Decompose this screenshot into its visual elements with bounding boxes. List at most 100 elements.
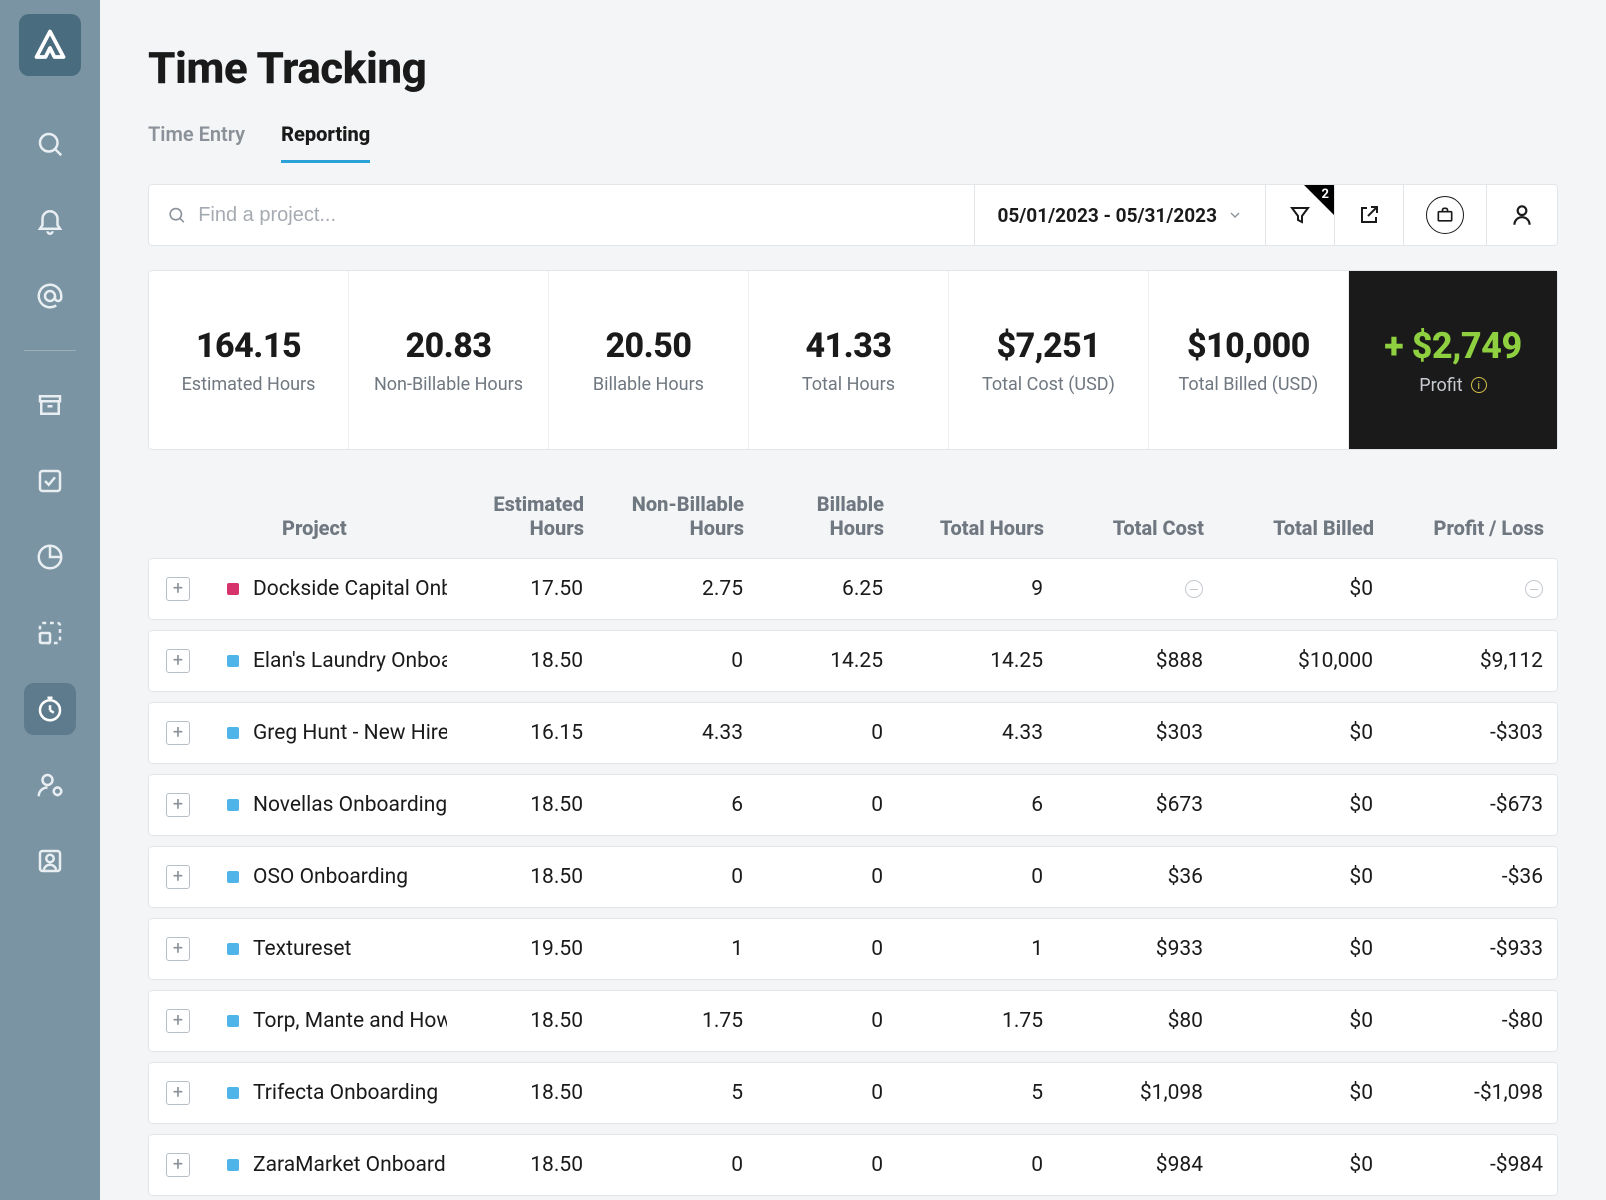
- cell-project: OSO Onboarding: [221, 865, 447, 889]
- reports-nav-icon[interactable]: [24, 531, 76, 583]
- project-color-dot: [227, 655, 239, 667]
- cell-billed: $0: [1217, 1009, 1387, 1033]
- cell-cost: $80: [1057, 1009, 1217, 1033]
- cell-expand: +: [149, 721, 221, 745]
- tasks-nav-icon[interactable]: [24, 455, 76, 507]
- project-color-dot: [227, 1015, 239, 1027]
- expand-button[interactable]: +: [166, 649, 190, 673]
- expand-button[interactable]: +: [166, 865, 190, 889]
- th-nonbillable[interactable]: Non-Billable Hours: [598, 492, 758, 540]
- cell-billable: 6.25: [757, 577, 897, 601]
- cell-billable: 0: [757, 1081, 897, 1105]
- filter-count: 2: [1322, 187, 1329, 202]
- cell-total: 5: [897, 1081, 1057, 1105]
- app-logo[interactable]: [19, 14, 81, 76]
- table-row[interactable]: +ZaraMarket Onboarding18.50000$984$0-$98…: [148, 1134, 1558, 1196]
- time-tracking-nav-icon[interactable]: [24, 683, 76, 735]
- user-icon: [1509, 202, 1535, 228]
- cell-nonbillable: 4.33: [597, 721, 757, 745]
- table-row[interactable]: +OSO Onboarding18.50000$36$0-$36: [148, 846, 1558, 908]
- metric-label: Estimated Hours: [182, 374, 316, 395]
- metric-label: Total Cost (USD): [982, 374, 1115, 395]
- toolbar: 05/01/2023 - 05/31/2023 2: [148, 184, 1558, 246]
- project-name: OSO Onboarding: [253, 865, 408, 889]
- cell-estimated: 18.50: [447, 1081, 597, 1105]
- cell-nonbillable: 2.75: [597, 577, 757, 601]
- project-color-dot: [227, 799, 239, 811]
- th-billable[interactable]: Billable Hours: [758, 492, 898, 540]
- expand-button[interactable]: +: [166, 721, 190, 745]
- notifications-nav-icon[interactable]: [24, 194, 76, 246]
- cell-project: Greg Hunt - New Hire: [221, 721, 447, 745]
- user-button[interactable]: [1486, 185, 1557, 245]
- project-color-dot: [227, 1087, 239, 1099]
- projects-table: Project Estimated Hours Non-Billable Hou…: [148, 474, 1558, 1196]
- empty-value-icon: [1525, 580, 1543, 598]
- info-icon[interactable]: i: [1471, 377, 1487, 393]
- th-project[interactable]: Project: [220, 516, 448, 540]
- cell-profitloss: -$984: [1387, 1153, 1557, 1177]
- cell-project: ZaraMarket Onboarding: [221, 1153, 447, 1177]
- export-button[interactable]: [1334, 185, 1403, 245]
- tab-reporting[interactable]: Reporting: [281, 112, 370, 163]
- cell-profitloss: -$303: [1387, 721, 1557, 745]
- table-row[interactable]: +Textureset19.50101$933$0-$933: [148, 918, 1558, 980]
- archive-nav-icon[interactable]: [24, 379, 76, 431]
- project-name: Trifecta Onboarding: [253, 1081, 438, 1105]
- expand-button[interactable]: +: [166, 937, 190, 961]
- cell-billable: 0: [757, 1153, 897, 1177]
- expand-button[interactable]: +: [166, 1081, 190, 1105]
- tab-time-entry[interactable]: Time Entry: [148, 112, 245, 163]
- cell-expand: +: [149, 1081, 221, 1105]
- contacts-nav-icon[interactable]: [24, 835, 76, 887]
- search-input[interactable]: [198, 204, 956, 227]
- cell-total: 9: [897, 577, 1057, 601]
- cell-expand: +: [149, 577, 221, 601]
- th-billed[interactable]: Total Billed: [1218, 516, 1388, 540]
- nav-divider: [24, 350, 76, 351]
- th-profitloss[interactable]: Profit / Loss: [1388, 516, 1558, 540]
- cell-cost: $303: [1057, 721, 1217, 745]
- table-row[interactable]: +Novellas Onboarding18.50606$673$0-$673: [148, 774, 1558, 836]
- cell-billable: 14.25: [757, 649, 897, 673]
- th-cost[interactable]: Total Cost: [1058, 516, 1218, 540]
- briefcase-icon: [1435, 205, 1455, 225]
- expand-button[interactable]: +: [166, 1153, 190, 1177]
- expand-button[interactable]: +: [166, 577, 190, 601]
- metric-value: 164.15: [196, 326, 301, 366]
- date-range-label: 05/01/2023 - 05/31/2023: [997, 204, 1217, 227]
- th-total[interactable]: Total Hours: [898, 516, 1058, 540]
- cell-total: 0: [897, 1153, 1057, 1177]
- user-settings-nav-icon[interactable]: [24, 759, 76, 811]
- cell-total: 0: [897, 865, 1057, 889]
- expand-button[interactable]: +: [166, 1009, 190, 1033]
- table-row[interactable]: +Greg Hunt - New Hire16.154.3304.33$303$…: [148, 702, 1558, 764]
- th-estimated[interactable]: Estimated Hours: [448, 492, 598, 540]
- cell-billed: $0: [1217, 937, 1387, 961]
- profit-value: + $2,749: [1384, 325, 1521, 367]
- cell-project: Torp, Mante and Howe On...: [221, 1009, 447, 1033]
- date-range-picker[interactable]: 05/01/2023 - 05/31/2023: [974, 185, 1265, 245]
- table-row[interactable]: +Dockside Capital Onboar...17.502.756.25…: [148, 558, 1558, 620]
- metric-value: $7,251: [997, 326, 1101, 366]
- cell-project: Textureset: [221, 937, 447, 961]
- search-nav-icon[interactable]: [24, 118, 76, 170]
- filter-button[interactable]: 2: [1265, 185, 1334, 245]
- cell-cost: $984: [1057, 1153, 1217, 1177]
- expand-button[interactable]: +: [166, 793, 190, 817]
- briefcase-button[interactable]: [1403, 185, 1486, 245]
- cell-expand: +: [149, 865, 221, 889]
- cell-total: 4.33: [897, 721, 1057, 745]
- table-row[interactable]: +Elan's Laundry Onboarding18.50014.2514.…: [148, 630, 1558, 692]
- table-row[interactable]: +Torp, Mante and Howe On...18.501.7501.7…: [148, 990, 1558, 1052]
- search-wrap: [149, 185, 974, 245]
- mentions-nav-icon[interactable]: [24, 270, 76, 322]
- cell-expand: +: [149, 793, 221, 817]
- table-row[interactable]: +Trifecta Onboarding18.50505$1,098$0-$1,…: [148, 1062, 1558, 1124]
- cell-nonbillable: 5: [597, 1081, 757, 1105]
- project-name: ZaraMarket Onboarding: [253, 1153, 447, 1177]
- cell-project: Trifecta Onboarding: [221, 1081, 447, 1105]
- cell-expand: +: [149, 649, 221, 673]
- scale-nav-icon[interactable]: [24, 607, 76, 659]
- cell-nonbillable: 1: [597, 937, 757, 961]
